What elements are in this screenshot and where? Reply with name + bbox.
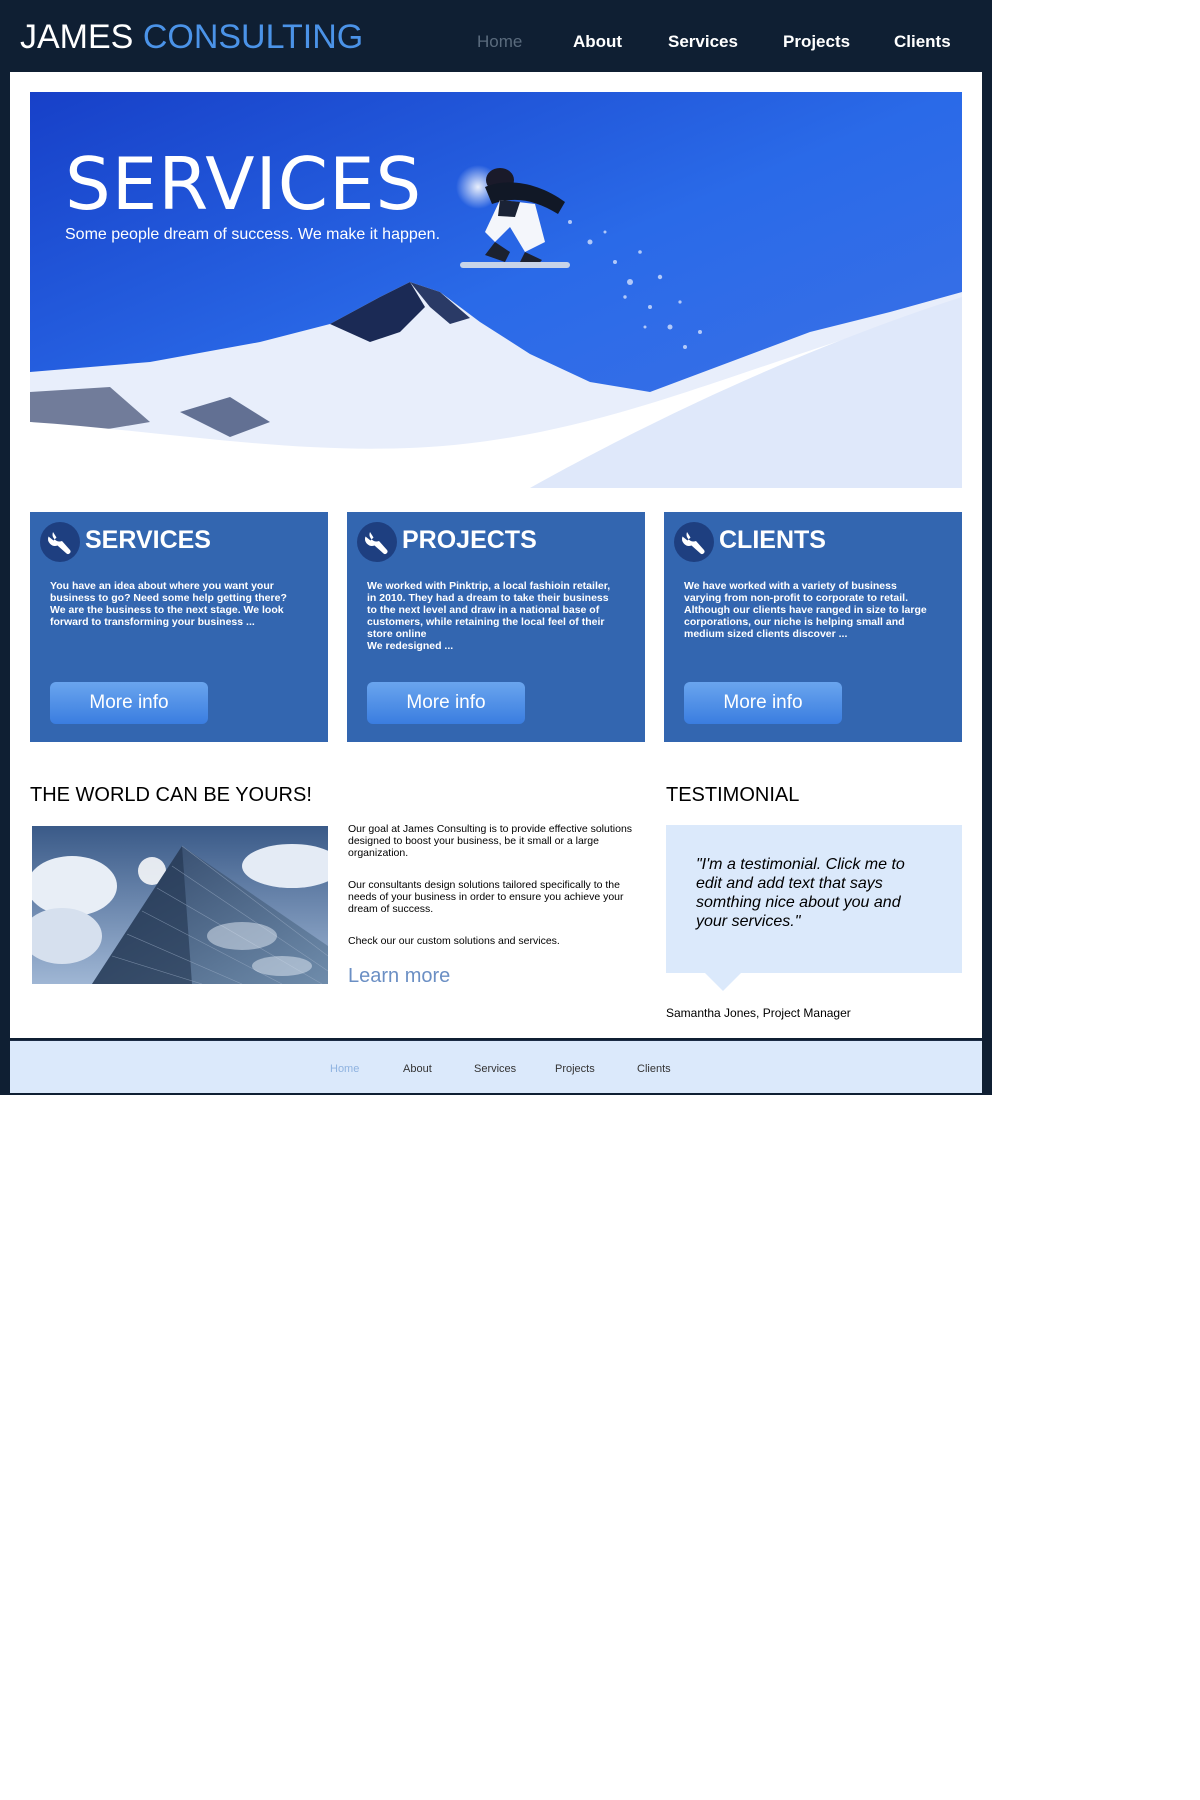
testimonial-heading: TESTIMONIAL <box>666 784 800 806</box>
wrench-icon <box>674 522 714 562</box>
testimonial-quote: "I'm a testimonial. Click me to edit and… <box>696 856 905 930</box>
page-frame: JAMES CONSULTING Home About Services Pro… <box>0 0 992 1095</box>
speech-bubble-tail <box>705 973 741 991</box>
building-image <box>32 826 328 984</box>
wrench-icon <box>40 522 80 562</box>
world-paragraph: Our consultants design solutions tailore… <box>348 879 624 915</box>
nav-services[interactable]: Services <box>668 32 738 52</box>
footer-nav-clients[interactable]: Clients <box>637 1063 671 1075</box>
world-heading: THE WORLD CAN BE YOURS! <box>30 784 312 806</box>
nav-about[interactable]: About <box>573 32 622 52</box>
nav-home[interactable]: Home <box>477 32 522 52</box>
footer-nav-home[interactable]: Home <box>330 1063 359 1075</box>
card-title: SERVICES <box>85 526 211 554</box>
testimonial-author: Samantha Jones, Project Manager <box>666 1006 851 1020</box>
card-services: SERVICES You have an idea about where yo… <box>30 512 328 742</box>
card-body: We worked with Pinktrip, a local fashioi… <box>367 580 611 652</box>
main-nav: Home About Services Projects Clients <box>0 32 992 56</box>
card-title: PROJECTS <box>402 526 537 554</box>
nav-projects[interactable]: Projects <box>783 32 850 52</box>
card-projects: PROJECTS We worked with Pinktrip, a loca… <box>347 512 645 742</box>
card-clients: CLIENTS We have worked with a variety of… <box>664 512 962 742</box>
learn-more-link[interactable]: Learn more <box>348 965 450 988</box>
footer-nav-projects[interactable]: Projects <box>555 1063 595 1075</box>
footer: Home About Services Projects Clients <box>10 1040 982 1093</box>
card-body: We have worked with a variety of busines… <box>684 580 927 640</box>
card-title: CLIENTS <box>719 526 826 554</box>
hero-banner: SERVICES Some people dream of success. W… <box>30 92 962 488</box>
more-info-button[interactable]: More info <box>684 682 842 724</box>
card-body: You have an idea about where you want yo… <box>50 580 287 628</box>
footer-nav-about[interactable]: About <box>403 1063 432 1075</box>
world-paragraph: Check our our custom solutions and servi… <box>348 935 560 947</box>
more-info-button[interactable]: More info <box>50 682 208 724</box>
footer-nav-services[interactable]: Services <box>474 1063 516 1075</box>
testimonial-box[interactable]: "I'm a testimonial. Click me to edit and… <box>666 825 962 973</box>
hero-subtitle: Some people dream of success. We make it… <box>65 226 441 243</box>
hero-title: SERVICES <box>65 142 423 226</box>
wrench-icon <box>357 522 397 562</box>
world-paragraph: Our goal at James Consulting is to provi… <box>348 823 633 859</box>
more-info-button[interactable]: More info <box>367 682 525 724</box>
nav-clients[interactable]: Clients <box>894 32 951 52</box>
content-area: SERVICES Some people dream of success. W… <box>10 72 982 1093</box>
